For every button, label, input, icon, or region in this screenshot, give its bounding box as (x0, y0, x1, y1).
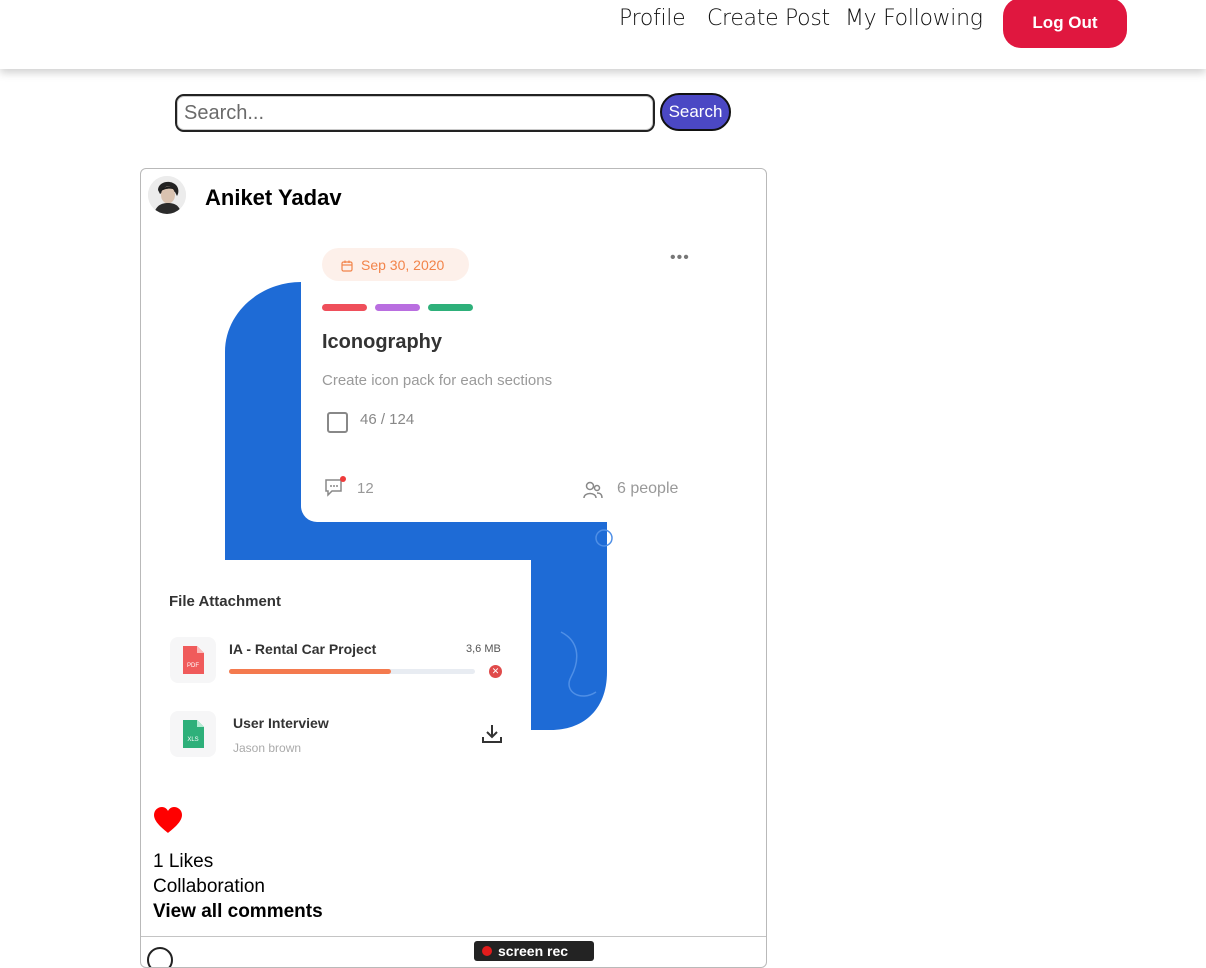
pdf-badge-text: PDF (187, 663, 199, 669)
likes-count: 1 Likes (153, 851, 214, 872)
task-progress-count: 46 / 124 (360, 411, 415, 428)
file1-size: 3,6 MB (466, 643, 501, 655)
record-dot-icon (482, 946, 492, 956)
people-count: 6 people (617, 480, 679, 497)
search-input[interactable] (175, 94, 655, 132)
post-author-name[interactable]: Aniket Yadav (205, 185, 342, 211)
post-card: Aniket Yadav Sep 30, 2020 ••• Iconograph… (140, 168, 767, 968)
nav-create-post-link[interactable]: Create Post (707, 6, 830, 31)
next-post-avatar[interactable] (147, 947, 173, 967)
recorder-label: screen rec (498, 943, 569, 959)
pdf-file-icon: PDF (170, 637, 216, 683)
card-divider (141, 936, 766, 937)
task-title: Iconography (322, 331, 443, 353)
checkbox-icon (327, 412, 348, 433)
file2-owner: Jason brown (233, 741, 302, 755)
file1-cancel-icon: ✕ (489, 665, 502, 678)
task-subtitle: Create icon pack for each sections (322, 372, 553, 389)
nav-my-following-link[interactable]: My Following (845, 6, 983, 31)
tag-bar-green (428, 304, 473, 311)
tag-bar-red (322, 304, 367, 311)
tag-bars (322, 304, 473, 311)
xls-file-icon: XLS (170, 711, 216, 757)
top-navbar: Profile Create Post My Following Log Out (0, 0, 1206, 69)
file-attachment-title: File Attachment (169, 593, 281, 610)
search-button[interactable]: Search (660, 93, 731, 131)
xls-badge-text: XLS (187, 737, 198, 743)
logout-button[interactable]: Log Out (1003, 0, 1127, 48)
file1-progress-track (229, 669, 475, 674)
more-icon: ••• (670, 249, 690, 266)
date-pill: Sep 30, 2020 (322, 248, 469, 281)
file2-name: User Interview (233, 715, 329, 731)
like-heart-icon[interactable] (153, 806, 183, 834)
people-icon (582, 479, 604, 501)
post-caption: Collaboration (153, 876, 265, 897)
file1-name: IA - Rental Car Project (229, 641, 377, 657)
tag-bar-purple (375, 304, 420, 311)
calendar-icon (341, 259, 353, 272)
file1-progress-fill (229, 669, 392, 674)
download-icon (480, 722, 504, 746)
screen-recorder-badge: screen rec (474, 941, 594, 961)
comment-count: 12 (357, 480, 374, 497)
view-all-comments-link[interactable]: View all comments (153, 901, 323, 923)
comment-icon (324, 476, 346, 498)
nav-profile-link[interactable]: Profile (619, 6, 686, 31)
author-avatar[interactable] (148, 176, 186, 214)
task-date: Sep 30, 2020 (361, 256, 445, 273)
